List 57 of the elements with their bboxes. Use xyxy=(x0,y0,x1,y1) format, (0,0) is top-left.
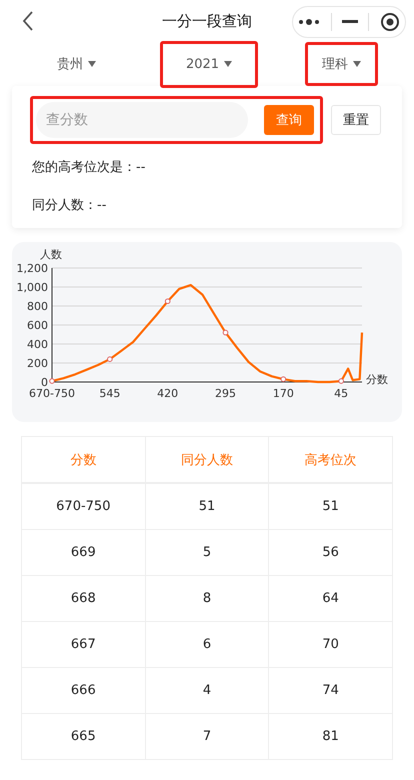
caret-icon xyxy=(353,61,362,67)
y-tick-label: 600 xyxy=(27,319,48,332)
table-cell: 5 xyxy=(145,530,269,576)
x-tick-label: 545 xyxy=(99,387,120,400)
table-cell: 4 xyxy=(145,668,269,714)
y-tick-label: 400 xyxy=(27,338,48,351)
table-cell: 7 xyxy=(145,714,269,760)
table-cell: 666 xyxy=(22,668,146,714)
x-tick-label: 170 xyxy=(272,387,294,400)
filter-dropdown[interactable]: 贵州 xyxy=(40,42,113,86)
x-tick-label: 670-750 xyxy=(29,387,75,400)
close-icon[interactable] xyxy=(380,12,400,32)
table-cell: 70 xyxy=(268,622,392,668)
table-cell: 81 xyxy=(268,714,392,760)
table-cell: 51 xyxy=(268,483,392,530)
table-cell: 669 xyxy=(22,530,146,576)
table-cell: 64 xyxy=(268,576,392,622)
table-cell: 6 xyxy=(145,622,269,668)
x-tick-label: 45 xyxy=(334,387,348,400)
caret-icon xyxy=(224,61,232,67)
x-tick-label: 420 xyxy=(157,387,178,400)
filter-dropdown[interactable]: 理科 xyxy=(305,42,378,86)
caret-icon xyxy=(88,61,96,67)
table-cell: 51 xyxy=(145,483,269,530)
table-cell: 665 xyxy=(22,714,146,760)
reset-button[interactable]: 重置 xyxy=(331,105,381,135)
point-marker xyxy=(338,378,344,384)
y-tick-label: 1,200 xyxy=(16,262,48,275)
column-header: 同分人数 xyxy=(145,436,269,483)
score-input[interactable]: 查分数 xyxy=(36,102,248,138)
y-axis-label: 人数 xyxy=(40,248,62,261)
point-marker xyxy=(49,378,55,384)
table-cell: 667 xyxy=(22,622,146,668)
x-axis-label: 分数 xyxy=(366,373,388,386)
table-cell: 670-750 xyxy=(22,483,146,530)
y-tick-label: 800 xyxy=(27,300,48,313)
minimize-icon[interactable] xyxy=(342,20,358,24)
result-text: 您的高考位次是：-- xyxy=(32,160,146,175)
table-cell: 56 xyxy=(268,530,392,576)
column-header: 高考位次 xyxy=(268,436,392,483)
filter-dropdown[interactable]: 2021 xyxy=(160,40,258,88)
table-cell: 668 xyxy=(22,576,146,622)
column-header: 分数 xyxy=(22,436,146,483)
point-marker xyxy=(107,356,113,362)
table-cell: 74 xyxy=(268,668,392,714)
point-marker xyxy=(164,298,170,304)
point-marker xyxy=(222,330,228,336)
back-icon[interactable] xyxy=(22,11,34,31)
y-tick-label: 200 xyxy=(27,357,48,370)
result-text: 同分人数：-- xyxy=(32,198,106,213)
y-tick-label: 0 xyxy=(41,376,48,389)
page-title: 一分一段查询 xyxy=(162,12,252,30)
x-tick-label: 295 xyxy=(215,387,236,400)
table-cell: 8 xyxy=(145,576,269,622)
y-tick-label: 1,000 xyxy=(16,281,48,294)
more-icon[interactable] xyxy=(298,18,320,26)
point-marker xyxy=(280,376,286,382)
